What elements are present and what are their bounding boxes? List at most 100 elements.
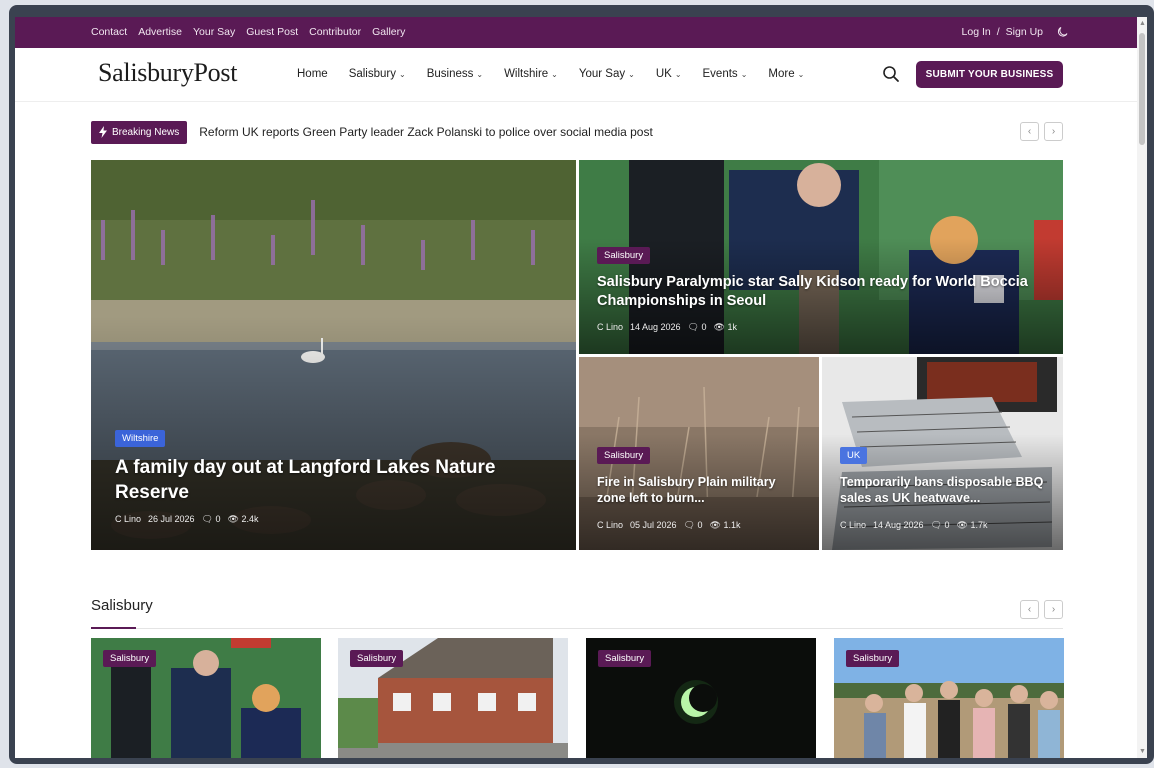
article-meta: C Lino 14 Aug 2026 🗨 0 👁 1.7k (840, 520, 988, 531)
category-tag[interactable]: Salisbury (597, 247, 651, 264)
top-link-your-say[interactable]: Your Say (193, 26, 235, 38)
category-tag[interactable]: Salisbury (597, 447, 651, 464)
featured-article-1[interactable]: Wiltshire A family day out at Langford L… (91, 160, 576, 550)
scrollbar-thumb[interactable] (1139, 33, 1145, 145)
nav-uk-label: UK (655, 68, 672, 80)
submit-business-button[interactable]: SUBMIT YOUR BUSINESS (916, 61, 1063, 88)
eye-icon: 👁 (709, 520, 721, 530)
nav-uk[interactable]: UK ⌄ (656, 68, 682, 80)
nav-wiltshire-label: Wiltshire (504, 68, 549, 80)
section-arrows: ‹ › (1020, 600, 1063, 619)
featured-article-2[interactable]: Salisbury Salisbury Paralympic star Sall… (579, 160, 1063, 354)
nav-business[interactable]: Business ⌄ (427, 68, 483, 80)
category-tag[interactable]: Salisbury (350, 650, 404, 667)
section-prev-button[interactable]: ‹ (1020, 600, 1039, 619)
comment-icon: 🗨 (687, 322, 700, 332)
article-title[interactable]: Salisbury Paralympic star Sally Kidson r… (597, 273, 1047, 311)
chevron-down-icon: ⌄ (476, 69, 484, 79)
featured-article-3[interactable]: Salisbury Fire in Salisbury Plain milita… (579, 357, 819, 550)
article-meta: C Lino 14 Aug 2026 🗨 0 👁 1k (597, 322, 737, 333)
top-link-gallery[interactable]: Gallery (372, 26, 405, 38)
chevron-down-icon: ⌄ (399, 69, 406, 79)
page: Contact Advertise Your Say Guest Post Co… (15, 17, 1147, 758)
category-tag[interactable]: Salisbury (846, 650, 900, 667)
section-card-1[interactable]: Salisbury (91, 638, 321, 758)
top-link-advertise[interactable]: Advertise (138, 26, 182, 38)
category-tag[interactable]: UK (840, 447, 868, 464)
account-links: Log In / Sign Up (962, 26, 1069, 38)
category-tag[interactable]: Salisbury (103, 650, 157, 667)
top-link-guest-post[interactable]: Guest Post (246, 26, 298, 38)
section-title[interactable]: Salisbury (91, 597, 153, 614)
search-icon[interactable] (882, 65, 900, 83)
nav-home[interactable]: Home (297, 68, 328, 80)
views-count: 👁 2.4k (228, 514, 259, 525)
breaking-news-badge: Breaking News (91, 120, 188, 144)
main-nav: Home Salisbury ⌄ Business ⌄ Wiltshire ⌄ You… (297, 68, 804, 80)
article-title[interactable]: Fire in Salisbury Plain military zone le… (597, 474, 807, 507)
article-author[interactable]: C Lino (597, 322, 623, 333)
comments-count: 🗨 0 (931, 520, 950, 531)
chevron-down-icon: ⌄ (740, 69, 748, 79)
login-separator: / (996, 26, 1000, 38)
scroll-down-arrow-icon[interactable]: ▼ (1139, 748, 1146, 755)
nav-more[interactable]: More ⌄ (768, 68, 804, 80)
breaking-news-label: Breaking News (112, 126, 180, 138)
scroll-up-arrow-icon[interactable]: ▲ (1139, 20, 1146, 27)
page-scrollbar[interactable]: ▲ ▼ (1137, 17, 1147, 758)
comments-count: 🗨 0 (684, 520, 703, 531)
featured-article-4[interactable]: UK Temporarily bans disposable BBQ sales… (822, 357, 1063, 550)
nav-your-say[interactable]: Your Say ⌄ (579, 68, 635, 80)
article-meta: C Lino 26 Jul 2026 🗨 0 👁 2.4k (115, 514, 259, 525)
comments-count: 🗨 0 (688, 322, 707, 333)
views-value: 2.4k (241, 514, 259, 524)
article-author[interactable]: C Lino (597, 520, 623, 531)
nav-wiltshire[interactable]: Wiltshire ⌄ (504, 68, 558, 80)
category-tag[interactable]: Wiltshire (115, 430, 166, 447)
top-bar: Contact Advertise Your Say Guest Post Co… (15, 17, 1147, 48)
nav-business-label: Business (426, 68, 474, 80)
lightning-icon (99, 126, 107, 138)
site-logo[interactable]: SalisburyPost (98, 58, 237, 88)
nav-salisbury-label: Salisbury (348, 68, 396, 80)
comments-count: 🗨 0 (202, 514, 221, 525)
nav-events[interactable]: Events ⌄ (703, 68, 748, 80)
comments-value: 0 (944, 520, 950, 530)
section-card-3[interactable]: Salisbury (586, 638, 816, 758)
dark-mode-icon[interactable] (1057, 26, 1069, 38)
comments-value: 0 (215, 514, 221, 524)
nav-your-say-label: Your Say (578, 68, 626, 80)
article-meta: C Lino 05 Jul 2026 🗨 0 👁 1.1k (597, 520, 741, 531)
breaking-arrows: ‹ › (1020, 122, 1063, 141)
breaking-headline[interactable]: Reform UK reports Green Party leader Zac… (199, 125, 653, 139)
article-author[interactable]: C Lino (115, 514, 141, 525)
top-links: Contact Advertise Your Say Guest Post Co… (91, 26, 405, 38)
top-link-contact[interactable]: Contact (91, 26, 127, 38)
article-date: 14 Aug 2026 (873, 520, 924, 530)
views-count: 👁 1.7k (957, 520, 988, 531)
top-link-contributor[interactable]: Contributor (309, 26, 361, 38)
login-link[interactable]: Log In (962, 26, 991, 38)
section-next-button[interactable]: › (1044, 600, 1063, 619)
eye-icon: 👁 (227, 514, 239, 524)
section-underline (91, 627, 136, 629)
article-title[interactable]: A family day out at Langford Lakes Natur… (115, 456, 535, 505)
eye-icon: 👁 (956, 520, 968, 530)
comment-icon: 🗨 (201, 514, 213, 524)
article-title[interactable]: Temporarily bans disposable BBQ sales as… (840, 474, 1052, 507)
category-tag[interactable]: Salisbury (598, 650, 652, 667)
chevron-down-icon: ⌄ (674, 69, 682, 79)
nav-more-label: More (768, 68, 795, 80)
nav-salisbury[interactable]: Salisbury ⌄ (349, 68, 406, 80)
nav-events-label: Events (702, 68, 738, 80)
views-count: 👁 1k (714, 322, 737, 333)
section-card-4[interactable]: Salisbury (834, 638, 1064, 758)
salisbury-section-header: Salisbury ‹ › (91, 585, 1063, 629)
signup-link[interactable]: Sign Up (1006, 26, 1043, 38)
article-author[interactable]: C Lino (840, 520, 866, 531)
breaking-next-button[interactable]: › (1044, 122, 1063, 141)
section-card-2[interactable]: Salisbury (338, 638, 568, 758)
breaking-prev-button[interactable]: ‹ (1020, 122, 1039, 141)
views-count: 👁 1.1k (710, 520, 741, 531)
chevron-down-icon: ⌄ (628, 69, 635, 79)
